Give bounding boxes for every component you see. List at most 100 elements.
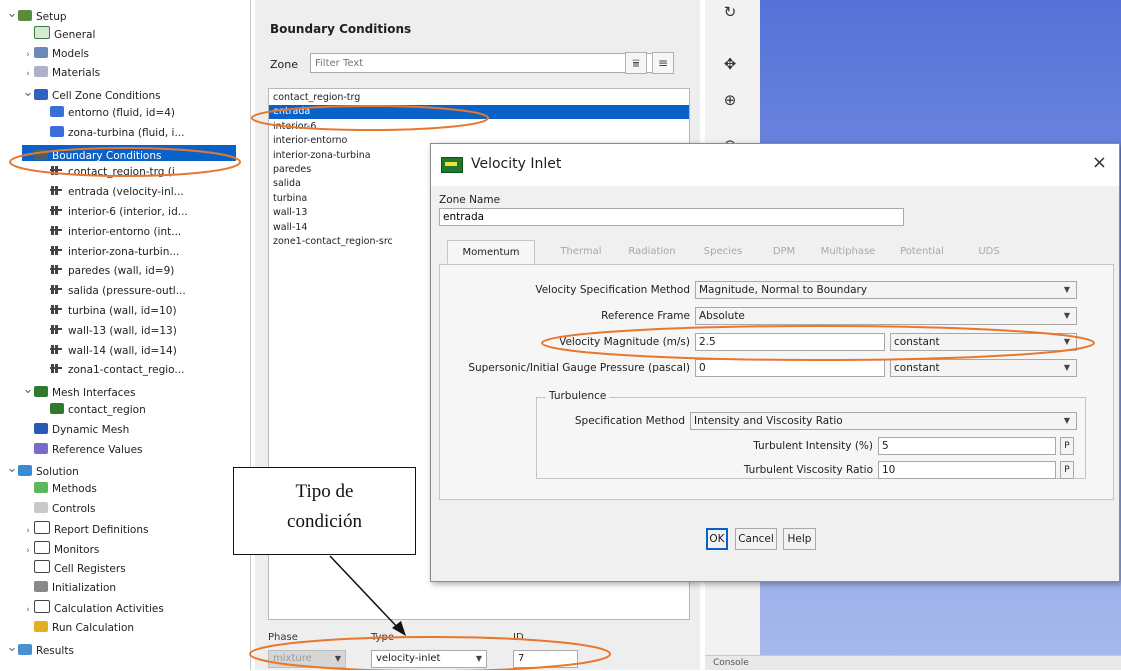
tree-item[interactable]: › Materials (22, 65, 100, 81)
close-icon[interactable]: × (1092, 152, 1107, 173)
gauge-pressure-input[interactable]: 0 (695, 359, 885, 377)
zone-list-item[interactable]: contact_region-trg (269, 91, 689, 105)
gauge-pressure-method-select[interactable]: constant ▼ (890, 359, 1077, 377)
tree-item[interactable]: › Calculation Activities (22, 600, 164, 616)
chevron-right-icon[interactable]: › (22, 602, 34, 618)
tree-item[interactable]: ⌄ Setup (6, 6, 67, 23)
tree-item-label: interior-6 (interior, id... (68, 206, 188, 218)
bc-icon (34, 148, 48, 160)
tree-item[interactable]: turbina (wall, id=10) (38, 303, 177, 319)
zone-list-item[interactable]: entrada (269, 105, 689, 120)
chevron-right-icon[interactable]: › (22, 523, 34, 539)
tree-item[interactable]: entrada (velocity-inl... (38, 184, 184, 200)
tree-item-label: Reference Values (52, 443, 143, 456)
velocity-spec-label: Velocity Specification Method (535, 284, 690, 296)
tree-item[interactable]: › Monitors (22, 540, 99, 559)
cancel-button[interactable]: Cancel (735, 528, 777, 550)
chevron-right-icon[interactable]: › (22, 47, 34, 63)
turbulent-intensity-input[interactable]: 5 (878, 437, 1056, 455)
pan-icon[interactable]: ✥ (718, 52, 742, 76)
rotate-icon[interactable]: ↻ (718, 0, 742, 24)
bcitem-icon (50, 323, 64, 335)
tree-item[interactable]: wall-14 (wall, id=14) (38, 343, 177, 359)
tree-item[interactable]: › Models (22, 46, 89, 62)
tree-item-label: Dynamic Mesh (52, 423, 130, 436)
tree-item[interactable]: Reference Values (22, 442, 143, 458)
bcitem-icon (50, 224, 64, 236)
dialog-titlebar[interactable]: Velocity Inlet × (431, 144, 1119, 186)
tree-item[interactable]: entorno (fluid, id=4) (38, 105, 175, 121)
tab-species[interactable]: Species (693, 240, 753, 264)
tree-item[interactable]: Dynamic Mesh (22, 422, 129, 438)
chevron-down-icon: ▼ (1063, 285, 1070, 294)
dyn-icon (34, 422, 48, 434)
parameter-button[interactable]: P (1060, 461, 1074, 479)
chevron-down-icon[interactable]: ⌄ (6, 461, 18, 477)
id-field[interactable]: 7 (513, 650, 578, 668)
tree-item[interactable]: contact_region (38, 402, 146, 418)
velocity-spec-select[interactable]: Magnitude, Normal to Boundary ▼ (695, 281, 1077, 299)
tree-item[interactable]: ⌄ Boundary Conditions (22, 144, 236, 162)
init-icon (34, 581, 48, 593)
tab-potential[interactable]: Potential (886, 240, 958, 264)
tree-item[interactable]: interior-zona-turbin... (38, 244, 179, 260)
chevron-down-icon[interactable]: ⌄ (22, 85, 34, 101)
chevron-down-icon[interactable]: ⌄ (22, 382, 34, 398)
tree-item[interactable]: interior-6 (interior, id... (38, 204, 188, 220)
chevron-down-icon[interactable]: ⌄ (6, 6, 18, 22)
tree-item[interactable]: ⌄ Results (6, 640, 74, 657)
tree-item[interactable]: Controls (22, 501, 95, 517)
tab-uds[interactable]: UDS (969, 240, 1009, 264)
tree-item[interactable]: Initialization (22, 580, 116, 596)
velocity-magnitude-method-select[interactable]: constant ▼ (890, 333, 1077, 351)
filter-toggle-icon[interactable]: ≡ (652, 52, 674, 74)
tab-thermal[interactable]: Thermal (552, 240, 610, 264)
chevron-down-icon: ▼ (1063, 311, 1070, 320)
tree-item[interactable]: zona-turbina (fluid, i... (38, 125, 184, 141)
chevron-down-icon[interactable]: ⌄ (22, 145, 34, 161)
velocity-spec-value: Magnitude, Normal to Boundary (699, 284, 868, 296)
tree-item[interactable]: › Report Definitions (22, 520, 148, 539)
tree-item[interactable]: contact_region-trg (i... (38, 164, 185, 180)
zone-name-input[interactable] (439, 208, 904, 226)
tree-item[interactable]: salida (pressure-outl... (38, 283, 186, 299)
tree-item-label: Solution (36, 466, 79, 479)
tree-item[interactable]: Run Calculation (22, 620, 134, 636)
tree-item[interactable]: Methods (22, 481, 97, 497)
tree-item[interactable]: zona1-contact_regio... (38, 362, 184, 378)
ok-button[interactable]: OK (706, 528, 728, 550)
chevron-right-icon[interactable]: › (22, 66, 34, 82)
tree-item-label: Controls (52, 503, 96, 515)
chevron-down-icon[interactable]: ⌄ (6, 640, 18, 656)
tree-item[interactable]: interior-entorno (int... (38, 224, 181, 240)
tree-item[interactable]: ⌄ Cell Zone Conditions (22, 85, 161, 102)
specification-method-value: Intensity and Viscosity Ratio (694, 415, 843, 427)
zone-list-item[interactable]: interior-6 (269, 120, 689, 134)
tree-item[interactable]: paredes (wall, id=9) (38, 263, 174, 279)
chevron-right-icon[interactable]: › (22, 543, 34, 559)
tab-dpm[interactable]: DPM (764, 240, 804, 264)
velocity-magnitude-value: 2.5 (699, 336, 716, 348)
tree-item[interactable]: wall-13 (wall, id=13) (38, 323, 177, 339)
reference-frame-value: Absolute (699, 310, 745, 322)
reference-frame-select[interactable]: Absolute ▼ (695, 307, 1077, 325)
phase-select[interactable]: mixture ▼ (268, 650, 346, 668)
parameter-button[interactable]: P (1060, 437, 1074, 455)
zoom-icon[interactable]: ⊕ (718, 88, 742, 112)
tab-multiphase[interactable]: Multiphase (814, 240, 882, 264)
help-button[interactable]: Help (783, 528, 816, 550)
turbulent-viscosity-input[interactable]: 10 (878, 461, 1056, 479)
tab-radiation[interactable]: Radiation (619, 240, 685, 264)
tree-item[interactable]: ⌄ Mesh Interfaces (22, 382, 136, 399)
velocity-magnitude-input[interactable]: 2.5 (695, 333, 885, 351)
tree-item[interactable]: ⌄ Solution (6, 461, 79, 479)
tab-momentum[interactable]: Momentum (447, 240, 535, 264)
zone-filter-input[interactable] (310, 53, 665, 73)
chevron-down-icon: ▼ (1063, 363, 1070, 372)
tree-item[interactable]: Cell Registers (22, 560, 126, 576)
specification-method-select[interactable]: Intensity and Viscosity Ratio ▼ (690, 412, 1077, 430)
tree-item[interactable]: General (22, 25, 95, 42)
outline-tree[interactable]: ⌄ Setup General › Models › Materials ⌄ Cell Zone… (0, 0, 251, 670)
filter-options-icon[interactable]: ⩸ (625, 52, 647, 74)
type-select[interactable]: velocity-inlet ▼ (371, 650, 487, 668)
